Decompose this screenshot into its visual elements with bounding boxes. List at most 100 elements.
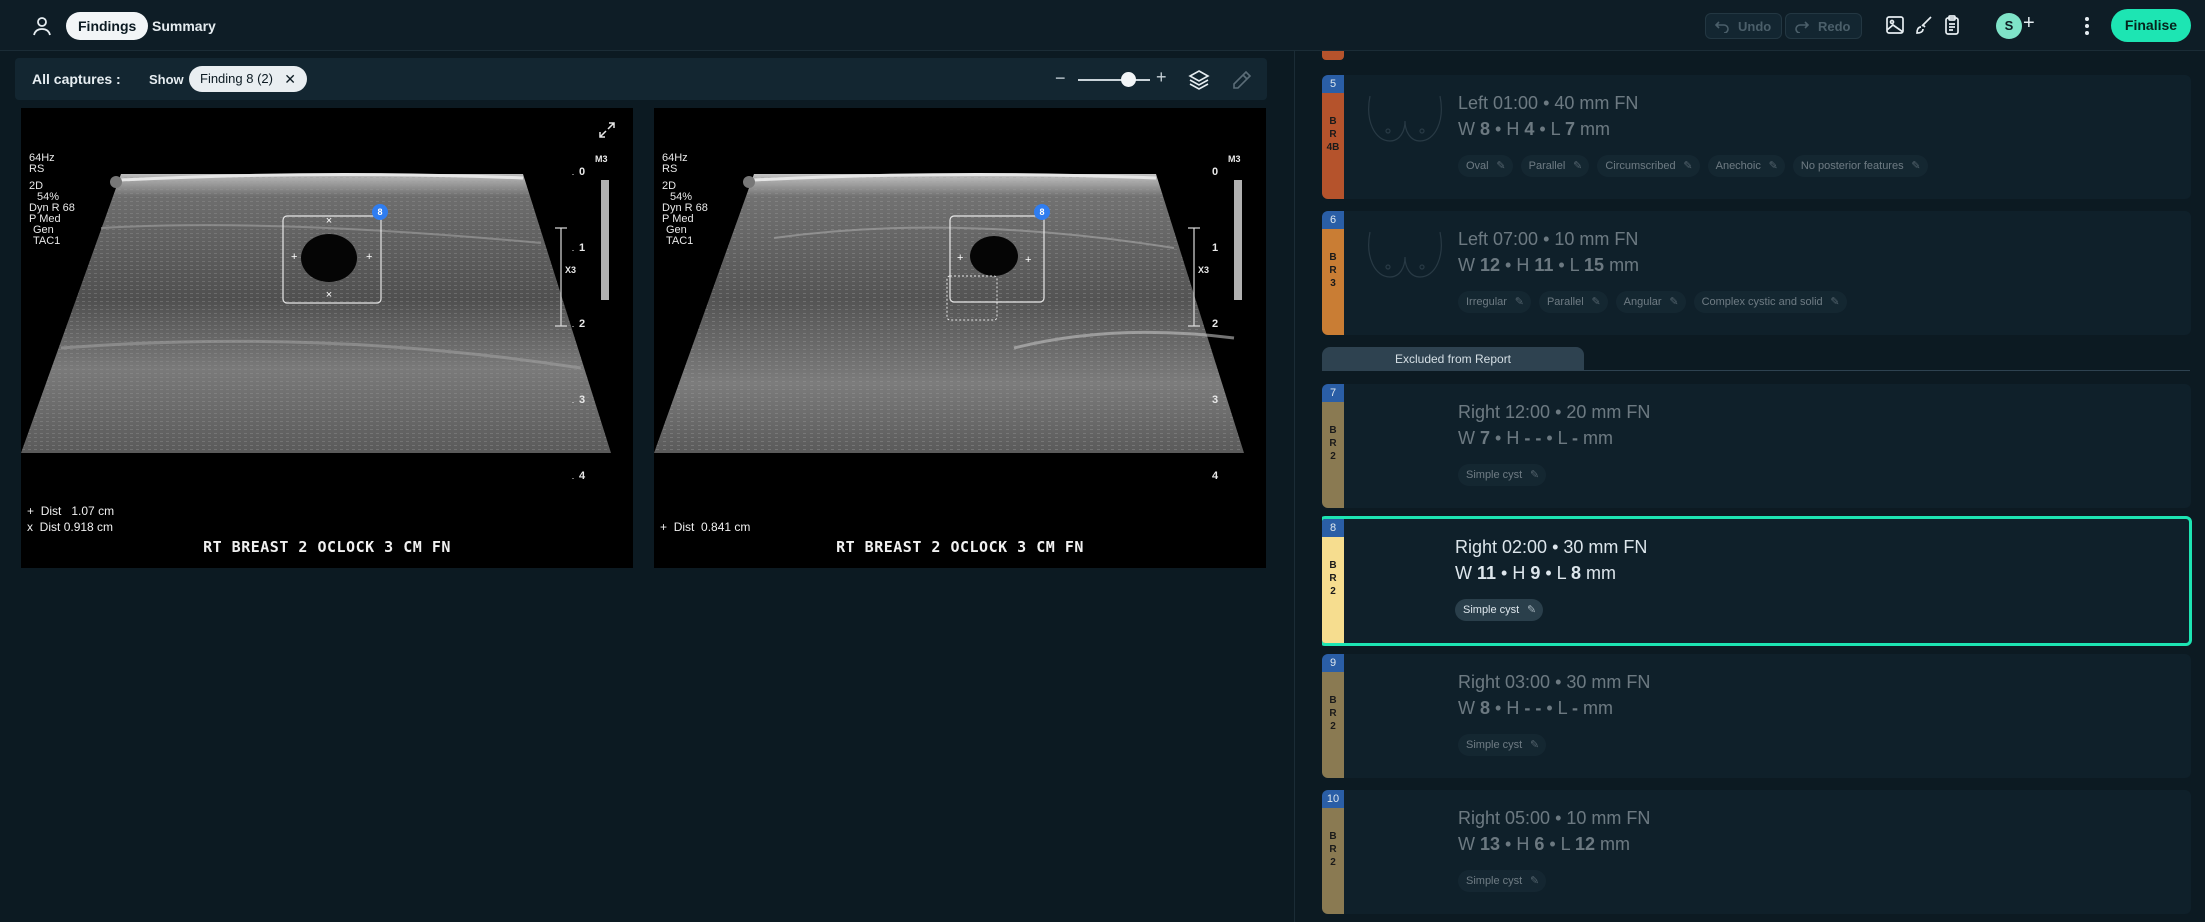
edit-pencil-icon[interactable]: ✎ xyxy=(1530,464,1539,486)
edit-pencil-icon[interactable]: ✎ xyxy=(1683,155,1692,177)
ultrasound-settings: 64Hz RS 2D 54% Dyn R 68 P Med Gen TAC1 xyxy=(29,152,75,247)
tag-pill[interactable]: Irregular ✎ xyxy=(1458,291,1531,313)
expand-icon[interactable] xyxy=(597,120,617,140)
finding-number: 9 xyxy=(1322,654,1344,672)
finding-tags: Simple cyst ✎ xyxy=(1458,464,1554,486)
captures-toolbar: All captures : Show Finding 8 (2) ✕ − + xyxy=(15,58,1267,100)
tag-pill[interactable]: Simple cyst ✎ xyxy=(1458,464,1547,486)
finding-filter-chip[interactable]: Finding 8 (2) ✕ xyxy=(189,66,307,92)
zoom-in-icon[interactable]: + xyxy=(1156,67,1167,88)
mode-label: M3 xyxy=(595,154,608,164)
birads-stripe: BR2 xyxy=(1322,402,1344,508)
tag-pill[interactable]: Parallel ✎ xyxy=(1520,155,1590,177)
excluded-from-report-tab[interactable]: Excluded from Report xyxy=(1322,347,1584,371)
tag-pill[interactable]: Simple cyst ✎ xyxy=(1458,734,1547,756)
ultrasound-capture-1[interactable]: × × + + 64Hz RS 2D 54% Dyn R 68 P Med Gen TA… xyxy=(21,108,633,568)
edit-pencil-icon[interactable]: ✎ xyxy=(1573,155,1582,177)
distance-measure: x Dist 0.918 cm xyxy=(27,520,114,534)
tab-findings[interactable]: Findings xyxy=(66,12,149,40)
ultrasound-settings: 64Hz RS 2D 54% Dyn R 68 P Med Gen TAC1 xyxy=(662,152,708,247)
tag-pill[interactable]: Oval ✎ xyxy=(1458,155,1513,177)
layers-icon[interactable] xyxy=(1187,68,1211,92)
finding-location: Right 02:00 • 30 mm FN xyxy=(1455,537,1648,557)
svg-text:+: + xyxy=(957,252,963,264)
finding-filter-label: Finding 8 (2) xyxy=(200,71,273,86)
user-icon[interactable] xyxy=(30,14,54,38)
brush-icon[interactable] xyxy=(1912,13,1936,37)
finding-card-7[interactable]: 7 BR2 Right 12:00 • 20 mm FN W 7 • H - -… xyxy=(1322,384,2191,508)
edit-pencil-icon[interactable]: ✎ xyxy=(1496,155,1505,177)
finding-marker-badge[interactable]: 8 xyxy=(372,204,388,220)
edit-pencil-icon[interactable]: ✎ xyxy=(1591,291,1600,313)
finding-dimensions: W 13 • H 6 • L 12 mm xyxy=(1458,834,1631,854)
undo-button[interactable]: Undo xyxy=(1705,13,1783,39)
tab-summary[interactable]: Summary xyxy=(140,12,228,40)
finding-card-10[interactable]: 10 BR2 Right 05:00 • 10 mm FN W 13 • H 6… xyxy=(1322,790,2191,914)
redo-icon xyxy=(1795,21,1810,33)
svg-text:+: + xyxy=(1025,254,1031,266)
zoom-slider[interactable] xyxy=(1078,79,1150,81)
finding-marker-badge[interactable]: 8 xyxy=(1034,204,1050,220)
mode-label: M3 xyxy=(1228,154,1241,164)
redo-button[interactable]: Redo xyxy=(1785,13,1862,39)
finding-location: Right 12:00 • 20 mm FN xyxy=(1458,402,1651,422)
clipboard-icon[interactable] xyxy=(1940,13,1964,37)
finding-dimensions: W 11 • H 9 • L 8 mm xyxy=(1455,563,1617,583)
edit-pencil-icon[interactable]: ✎ xyxy=(1530,870,1539,892)
avatar[interactable]: S xyxy=(1996,13,2022,39)
depth-tick: 2 xyxy=(1212,318,1219,330)
tag-pill[interactable]: Angular ✎ xyxy=(1615,291,1686,313)
edit-pencil-icon[interactable]: ✎ xyxy=(1669,291,1678,313)
finding-card-6[interactable]: 6 BR3 Left 07:00 • 10 mm FN W 12 • H 11 … xyxy=(1322,211,2191,335)
tag-pill[interactable]: Simple cyst ✎ xyxy=(1458,870,1547,892)
scale-label: X3 xyxy=(1198,265,1210,275)
birads-stripe: BR2 xyxy=(1322,808,1344,914)
edit-pencil-icon[interactable]: ✎ xyxy=(1911,155,1920,177)
finalise-button[interactable]: Finalise xyxy=(2111,9,2191,42)
finding-number: 5 xyxy=(1322,75,1344,93)
depth-tick: 3 xyxy=(1212,394,1219,406)
edit-pencil-icon[interactable]: ✎ xyxy=(1515,291,1524,313)
finding-dimensions: W 8 • H - - • L - mm xyxy=(1458,698,1613,718)
breast-diagram-icon xyxy=(1368,231,1442,278)
depth-tick: 2 xyxy=(579,318,586,330)
edit-pencil-icon[interactable]: ✎ xyxy=(1530,734,1539,756)
image-caption: RT BREAST 2 OCLOCK 3 CM FN xyxy=(203,538,451,556)
finding-card-5[interactable]: 5 B R 4B Left 01:00 • 40 mm FN W 8 • H 4 •… xyxy=(1322,75,2191,199)
depth-tick: 4 xyxy=(579,470,586,482)
ruler-pen-icon[interactable] xyxy=(1230,68,1254,92)
finding-card-partial xyxy=(1322,51,1344,60)
tag-pill[interactable]: Circumscribed ✎ xyxy=(1597,155,1700,177)
depth-tick: 4 xyxy=(1212,470,1219,482)
distance-measure: + Dist 0.841 cm xyxy=(660,520,751,534)
svg-text:+: + xyxy=(291,251,297,263)
finding-dimensions: W 7 • H - - • L - mm xyxy=(1458,428,1613,448)
edit-pencil-icon[interactable]: ✎ xyxy=(1830,291,1839,313)
close-icon[interactable]: ✕ xyxy=(284,66,296,92)
panel-divider xyxy=(1294,51,1295,922)
tag-pill[interactable]: Simple cyst ✎ xyxy=(1455,599,1544,621)
edit-pencil-icon[interactable]: ✎ xyxy=(1769,155,1778,177)
distance-measure: + Dist 1.07 cm xyxy=(27,504,115,518)
ultrasound-capture-2[interactable]: + + 64Hz RS 2D 54% Dyn R 68 P Med Gen TAC1 M… xyxy=(654,108,1266,568)
breast-diagram-icon xyxy=(1368,95,1442,142)
finding-card-9[interactable]: 9 BR2 Right 03:00 • 30 mm FN W 8 • H - -… xyxy=(1322,654,2191,778)
tag-pill[interactable]: Complex cystic and solid ✎ xyxy=(1693,291,1847,313)
svg-text:×: × xyxy=(326,215,332,227)
svg-text:+: + xyxy=(366,251,372,263)
edit-pencil-icon[interactable]: ✎ xyxy=(1527,599,1536,621)
add-user-icon[interactable]: + xyxy=(2023,12,2035,35)
image-caption: RT BREAST 2 OCLOCK 3 CM FN xyxy=(836,538,1084,556)
findings-panel: 5 B R 4B Left 01:00 • 40 mm FN W 8 • H 4 •… xyxy=(1322,51,2197,922)
zoom-slider-handle[interactable] xyxy=(1121,72,1136,87)
image-icon[interactable] xyxy=(1883,13,1907,37)
finding-card-8-selected[interactable]: 8 BR2 Right 02:00 • 30 mm FN W 11 • H 9 … xyxy=(1322,516,2192,646)
tag-pill[interactable]: No posterior features ✎ xyxy=(1792,155,1928,177)
depth-tick: 3 xyxy=(579,394,586,406)
finding-tags: Simple cyst ✎ xyxy=(1458,734,1554,756)
more-menu-icon[interactable] xyxy=(2083,14,2091,38)
birads-stripe: BR3 xyxy=(1322,229,1344,335)
tag-pill[interactable]: Parallel ✎ xyxy=(1538,291,1608,313)
zoom-out-icon[interactable]: − xyxy=(1055,68,1066,89)
tag-pill[interactable]: Anechoic ✎ xyxy=(1707,155,1785,177)
